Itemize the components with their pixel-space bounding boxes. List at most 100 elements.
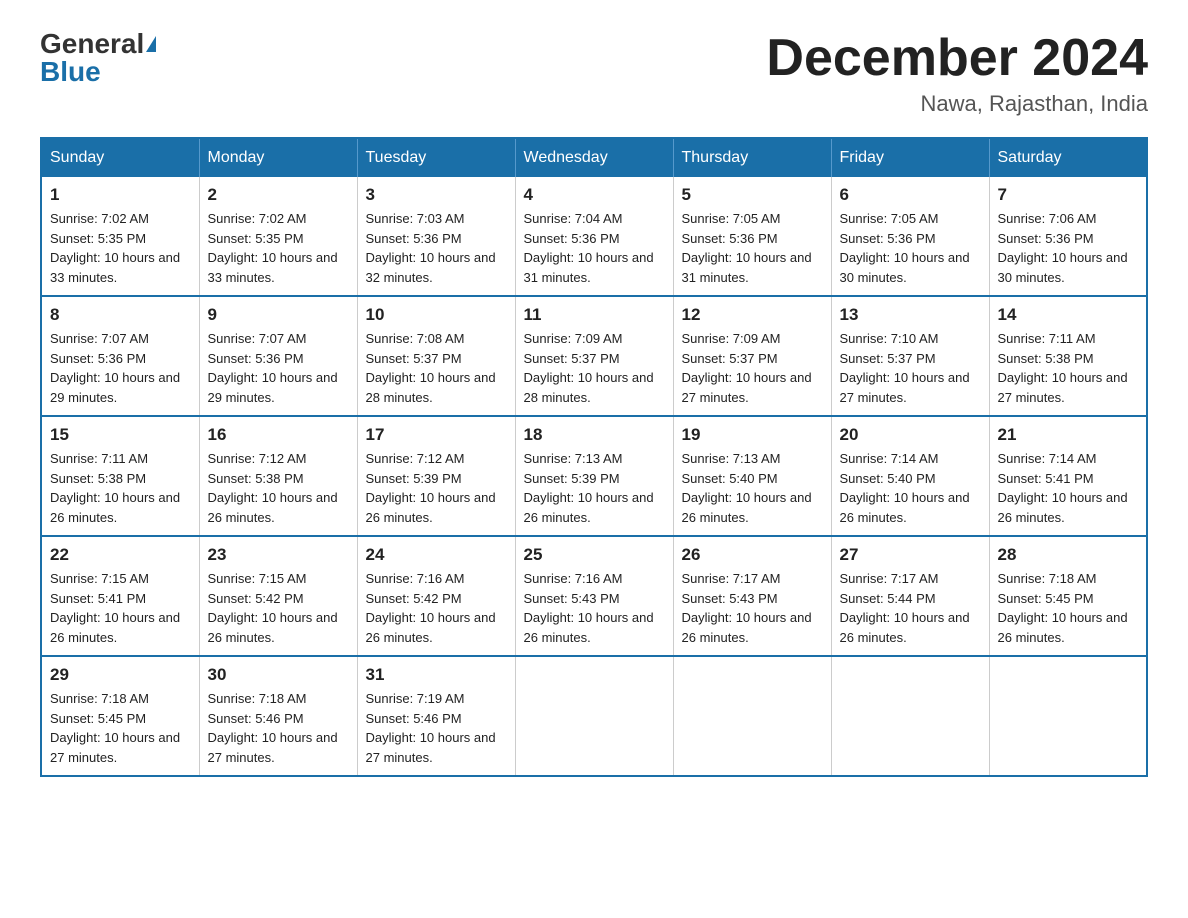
calendar-cell: 29 Sunrise: 7:18 AMSunset: 5:45 PMDayligh…	[41, 656, 199, 776]
day-number: 19	[682, 425, 823, 445]
day-number: 20	[840, 425, 981, 445]
month-title: December 2024	[766, 30, 1148, 87]
day-info: Sunrise: 7:07 AMSunset: 5:36 PMDaylight:…	[50, 329, 191, 407]
weekday-header-monday: Monday	[199, 138, 357, 177]
weekday-header-tuesday: Tuesday	[357, 138, 515, 177]
calendar-week-row: 1 Sunrise: 7:02 AMSunset: 5:35 PMDaylight…	[41, 177, 1147, 296]
day-number: 23	[208, 545, 349, 565]
logo: General Blue	[40, 30, 156, 86]
day-info: Sunrise: 7:17 AMSunset: 5:43 PMDaylight:…	[682, 569, 823, 647]
day-info: Sunrise: 7:11 AMSunset: 5:38 PMDaylight:…	[998, 329, 1139, 407]
calendar-cell	[831, 656, 989, 776]
calendar-cell: 3 Sunrise: 7:03 AMSunset: 5:36 PMDaylight…	[357, 177, 515, 296]
calendar-cell	[673, 656, 831, 776]
weekday-header-saturday: Saturday	[989, 138, 1147, 177]
weekday-header-sunday: Sunday	[41, 138, 199, 177]
day-info: Sunrise: 7:14 AMSunset: 5:41 PMDaylight:…	[998, 449, 1139, 527]
day-info: Sunrise: 7:18 AMSunset: 5:46 PMDaylight:…	[208, 689, 349, 767]
day-number: 31	[366, 665, 507, 685]
calendar-cell: 7Sunrise: 7:06 AMSunset: 5:36 PMDaylight…	[989, 177, 1147, 296]
day-number: 10	[366, 305, 507, 325]
weekday-header-wednesday: Wednesday	[515, 138, 673, 177]
logo-triangle-icon	[146, 36, 156, 52]
day-info: Sunrise: 7:03 AMSunset: 5:36 PMDaylight:…	[366, 209, 507, 287]
calendar-cell: 28 Sunrise: 7:18 AMSunset: 5:45 PMDayligh…	[989, 536, 1147, 656]
calendar-cell: 24 Sunrise: 7:16 AMSunset: 5:42 PMDayligh…	[357, 536, 515, 656]
day-number: 30	[208, 665, 349, 685]
day-number: 7	[998, 185, 1139, 205]
calendar-cell: 12 Sunrise: 7:09 AMSunset: 5:37 PMDayligh…	[673, 296, 831, 416]
day-number: 24	[366, 545, 507, 565]
title-block: December 2024 Nawa, Rajasthan, India	[766, 30, 1148, 117]
calendar-cell: 17Sunrise: 7:12 AMSunset: 5:39 PMDayligh…	[357, 416, 515, 536]
calendar-cell: 22 Sunrise: 7:15 AMSunset: 5:41 PMDayligh…	[41, 536, 199, 656]
day-number: 22	[50, 545, 191, 565]
day-number: 26	[682, 545, 823, 565]
calendar-cell: 27 Sunrise: 7:17 AMSunset: 5:44 PMDayligh…	[831, 536, 989, 656]
calendar-cell: 1 Sunrise: 7:02 AMSunset: 5:35 PMDaylight…	[41, 177, 199, 296]
weekday-header-row: SundayMondayTuesdayWednesdayThursdayFrid…	[41, 138, 1147, 177]
day-number: 18	[524, 425, 665, 445]
calendar-cell: 26 Sunrise: 7:17 AMSunset: 5:43 PMDayligh…	[673, 536, 831, 656]
calendar-cell: 4Sunrise: 7:04 AMSunset: 5:36 PMDaylight…	[515, 177, 673, 296]
day-info: Sunrise: 7:15 AMSunset: 5:41 PMDaylight:…	[50, 569, 191, 647]
day-number: 2	[208, 185, 349, 205]
calendar-cell: 21 Sunrise: 7:14 AMSunset: 5:41 PMDayligh…	[989, 416, 1147, 536]
day-number: 16	[208, 425, 349, 445]
calendar-cell: 14Sunrise: 7:11 AMSunset: 5:38 PMDayligh…	[989, 296, 1147, 416]
calendar-cell: 2 Sunrise: 7:02 AMSunset: 5:35 PMDaylight…	[199, 177, 357, 296]
logo-blue-text: Blue	[40, 58, 101, 86]
day-number: 21	[998, 425, 1139, 445]
calendar-cell: 5 Sunrise: 7:05 AMSunset: 5:36 PMDaylight…	[673, 177, 831, 296]
day-info: Sunrise: 7:09 AMSunset: 5:37 PMDaylight:…	[524, 329, 665, 407]
weekday-header-friday: Friday	[831, 138, 989, 177]
calendar-cell: 30 Sunrise: 7:18 AMSunset: 5:46 PMDayligh…	[199, 656, 357, 776]
day-number: 15	[50, 425, 191, 445]
day-number: 8	[50, 305, 191, 325]
calendar-cell: 15 Sunrise: 7:11 AMSunset: 5:38 PMDayligh…	[41, 416, 199, 536]
day-info: Sunrise: 7:18 AMSunset: 5:45 PMDaylight:…	[50, 689, 191, 767]
calendar-cell: 13Sunrise: 7:10 AMSunset: 5:37 PMDayligh…	[831, 296, 989, 416]
day-info: Sunrise: 7:02 AMSunset: 5:35 PMDaylight:…	[50, 209, 191, 287]
calendar-cell: 31 Sunrise: 7:19 AMSunset: 5:46 PMDayligh…	[357, 656, 515, 776]
calendar-cell	[515, 656, 673, 776]
day-info: Sunrise: 7:17 AMSunset: 5:44 PMDaylight:…	[840, 569, 981, 647]
calendar-cell: 25 Sunrise: 7:16 AMSunset: 5:43 PMDayligh…	[515, 536, 673, 656]
page-header: General Blue December 2024 Nawa, Rajasth…	[40, 30, 1148, 117]
day-info: Sunrise: 7:09 AMSunset: 5:37 PMDaylight:…	[682, 329, 823, 407]
day-info: Sunrise: 7:08 AMSunset: 5:37 PMDaylight:…	[366, 329, 507, 407]
day-info: Sunrise: 7:16 AMSunset: 5:42 PMDaylight:…	[366, 569, 507, 647]
weekday-header-thursday: Thursday	[673, 138, 831, 177]
day-info: Sunrise: 7:16 AMSunset: 5:43 PMDaylight:…	[524, 569, 665, 647]
day-info: Sunrise: 7:02 AMSunset: 5:35 PMDaylight:…	[208, 209, 349, 287]
calendar-cell: 19 Sunrise: 7:13 AMSunset: 5:40 PMDayligh…	[673, 416, 831, 536]
day-number: 1	[50, 185, 191, 205]
logo-general-text: General	[40, 30, 144, 58]
calendar-cell: 10 Sunrise: 7:08 AMSunset: 5:37 PMDayligh…	[357, 296, 515, 416]
day-info: Sunrise: 7:18 AMSunset: 5:45 PMDaylight:…	[998, 569, 1139, 647]
day-info: Sunrise: 7:13 AMSunset: 5:40 PMDaylight:…	[682, 449, 823, 527]
day-number: 27	[840, 545, 981, 565]
day-info: Sunrise: 7:11 AMSunset: 5:38 PMDaylight:…	[50, 449, 191, 527]
day-number: 13	[840, 305, 981, 325]
calendar-cell: 6Sunrise: 7:05 AMSunset: 5:36 PMDaylight…	[831, 177, 989, 296]
day-number: 25	[524, 545, 665, 565]
day-info: Sunrise: 7:13 AMSunset: 5:39 PMDaylight:…	[524, 449, 665, 527]
location-title: Nawa, Rajasthan, India	[766, 91, 1148, 117]
day-number: 29	[50, 665, 191, 685]
day-number: 5	[682, 185, 823, 205]
day-info: Sunrise: 7:05 AMSunset: 5:36 PMDaylight:…	[840, 209, 981, 287]
day-info: Sunrise: 7:19 AMSunset: 5:46 PMDaylight:…	[366, 689, 507, 767]
calendar-cell: 11Sunrise: 7:09 AMSunset: 5:37 PMDayligh…	[515, 296, 673, 416]
calendar-week-row: 22 Sunrise: 7:15 AMSunset: 5:41 PMDayligh…	[41, 536, 1147, 656]
day-info: Sunrise: 7:05 AMSunset: 5:36 PMDaylight:…	[682, 209, 823, 287]
calendar-cell: 18 Sunrise: 7:13 AMSunset: 5:39 PMDayligh…	[515, 416, 673, 536]
calendar-cell: 20 Sunrise: 7:14 AMSunset: 5:40 PMDayligh…	[831, 416, 989, 536]
day-info: Sunrise: 7:07 AMSunset: 5:36 PMDaylight:…	[208, 329, 349, 407]
day-info: Sunrise: 7:14 AMSunset: 5:40 PMDaylight:…	[840, 449, 981, 527]
day-number: 12	[682, 305, 823, 325]
day-info: Sunrise: 7:12 AMSunset: 5:38 PMDaylight:…	[208, 449, 349, 527]
day-number: 28	[998, 545, 1139, 565]
day-number: 3	[366, 185, 507, 205]
day-info: Sunrise: 7:15 AMSunset: 5:42 PMDaylight:…	[208, 569, 349, 647]
